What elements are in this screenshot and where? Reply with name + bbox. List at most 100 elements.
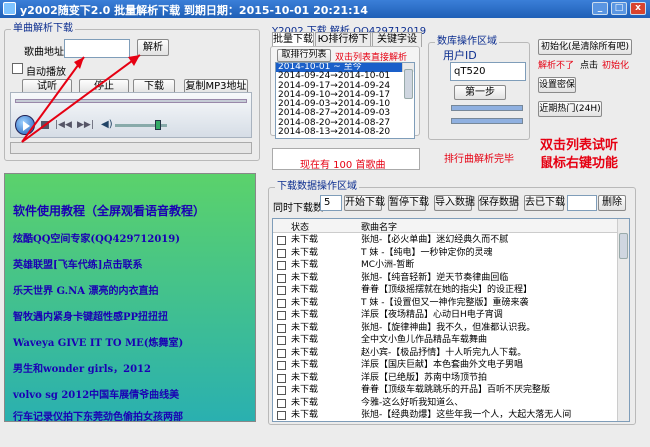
tab-batch-download[interactable]: 批量下载 — [272, 32, 314, 47]
minimize-button[interactable]: _ — [592, 2, 608, 15]
remove-downloaded-button[interactable]: 去已下载 — [524, 195, 565, 211]
table-row[interactable]: 未下载 张旭-【纯音轻新】逆天节奏律曲回临 — [273, 272, 619, 285]
table-row[interactable]: 未下载 MC小洲-暂断 — [273, 259, 619, 272]
autoplay-label: 自动播放 — [26, 67, 66, 78]
row-song-name: 张旭-【旋律神曲】我不久，但准都认识我。 — [361, 322, 536, 333]
tab-chart-download[interactable]: Ю排行榜下载 — [315, 32, 371, 59]
song-url-input[interactable] — [64, 39, 130, 58]
table-row[interactable]: 未下载 全中文小鱼儿作品精品车载舞曲 — [273, 334, 619, 347]
row-checkbox[interactable] — [277, 273, 286, 283]
save-data-button[interactable]: 保存数据 — [478, 195, 519, 211]
row-checkbox[interactable] — [277, 298, 286, 308]
row-status: 未下载 — [291, 247, 319, 258]
pause-download-button[interactable]: 暂停下载 — [388, 195, 429, 211]
download-table[interactable]: 状态 歌曲名字 未下载 张旭-【必火单曲】迷幻经典久而不腻 未下载 T 妹 -【纯电… — [272, 218, 630, 422]
row-checkbox[interactable] — [277, 361, 286, 370]
song-count-text: 现在有 100 首歌曲 — [300, 160, 386, 171]
media-player: |◀◀ ▶▶| ◀) — [10, 92, 252, 138]
import-data-button[interactable]: 导入数据 — [434, 195, 475, 211]
table-row[interactable]: 未下载 张旭-【必火单曲】迷幻经典久而不腻 — [273, 234, 619, 247]
row-checkbox[interactable] — [277, 336, 286, 345]
delete-button[interactable]: 删除 — [598, 195, 626, 211]
row-status: 未下载 — [291, 260, 319, 270]
play-icon[interactable] — [15, 115, 35, 135]
tab-keyword-settings[interactable]: 关键字设置 — [372, 32, 422, 59]
parse-complete-text: 排行曲解析完毕 — [444, 154, 514, 165]
parse-button[interactable]: 解析 — [137, 39, 169, 56]
get-chart-list-button[interactable]: 取排行列表 — [277, 49, 331, 62]
table-row[interactable]: 未下载 眷眷【顶级车载跳跳乐的开品】百听不厌完整版 — [273, 384, 619, 397]
table-scrollbar[interactable] — [617, 219, 629, 421]
row-checkbox[interactable] — [277, 348, 286, 358]
user-id-input[interactable]: qT520 — [450, 62, 526, 81]
volume-thumb[interactable] — [155, 120, 161, 130]
row-song-name: 眷眷【顶级车载跳跳乐的开品】百听不厌完整版 — [361, 385, 551, 395]
row-song-name: MC小洲-暂断 — [361, 260, 415, 270]
list-item[interactable]: 2014-08-13→2014-08-20 — [276, 127, 414, 137]
row-status: 未下载 — [291, 297, 319, 308]
filter-input[interactable] — [567, 195, 597, 211]
progress-bar-2 — [451, 118, 523, 124]
previous-icon[interactable]: |◀◀ — [55, 121, 72, 130]
row-checkbox[interactable] — [277, 261, 286, 270]
row-checkbox[interactable] — [277, 248, 286, 258]
player-seek-bar[interactable] — [15, 99, 247, 103]
table-row[interactable]: 未下载 洋辰【国庆巨献】本色套曲外文电子男唱 — [273, 359, 619, 372]
start-download-button[interactable]: 开始下载 — [344, 195, 385, 211]
tutorial-link[interactable]: 软件使用教程（全屏观看语音教程） — [13, 202, 205, 219]
row-checkbox[interactable] — [277, 373, 286, 383]
initialize-note: 初始化 — [602, 61, 630, 71]
table-row[interactable]: 未下载 今雅-这么好听我知道么、 — [273, 397, 619, 410]
table-row[interactable]: 未下载 洋辰【夜场精品】心动日H电子宵调 — [273, 309, 619, 322]
tutorial-link[interactable]: 男生和wonder girls，2012 — [13, 360, 151, 375]
row-checkbox[interactable] — [277, 286, 286, 295]
row-checkbox[interactable] — [277, 386, 286, 395]
stop-icon[interactable] — [41, 121, 49, 129]
table-row[interactable]: 未下载 T 妹 -【设置但又一神作完整版】重磅来袭 — [273, 297, 619, 310]
maximize-button[interactable]: □ — [611, 2, 627, 15]
row-status: 未下载 — [291, 272, 319, 283]
row-checkbox[interactable] — [277, 398, 286, 408]
close-button[interactable]: x — [630, 2, 646, 15]
row-status: 未下载 — [291, 347, 319, 358]
row-checkbox[interactable] — [277, 323, 286, 333]
row-song-name: 洋辰【已绝版】苏南中场顶节拍 — [361, 372, 488, 383]
tutorial-link[interactable]: volvo sg 2012中国车展倩爷曲线美 — [13, 386, 179, 401]
single-group-label: 单曲解析下载 — [11, 23, 75, 35]
tutorial-link[interactable]: 炫酷QQ空间专家(QQ429712019) — [13, 230, 180, 245]
autoplay-checkbox[interactable] — [12, 63, 23, 74]
row-song-name: 张旭-【必火单曲】迷幻经典久而不腻 — [361, 235, 509, 245]
tutorial-panel: 软件使用教程（全屏观看语音教程） 炫酷QQ空间专家(QQ429712019) 英… — [4, 173, 256, 423]
concurrent-select[interactable]: 5 — [320, 195, 342, 211]
table-row[interactable]: 未下载 赵小宾-【极品抒情】十人听完九人下载。 — [273, 347, 619, 360]
hot-recent-button[interactable]: 近期热门(24H) — [538, 101, 602, 117]
row-checkbox[interactable] — [277, 311, 286, 320]
tutorial-link[interactable]: 行车记录仪拍下东莞劲色偷拍女孩两部 — [13, 408, 183, 423]
step-one-button[interactable]: 第一步 — [454, 85, 506, 100]
table-header: 状态 歌曲名字 — [273, 219, 619, 233]
row-checkbox[interactable] — [277, 411, 286, 420]
tutorial-link[interactable]: 智牧遇内紧身卡键超性感PP扭扭扭 — [13, 308, 168, 323]
tutorial-link[interactable]: 乐天世界 G.NA 漂亮的内衣直拍 — [13, 282, 159, 297]
set-security-button[interactable]: 设置密保 — [538, 77, 576, 93]
row-status: 未下载 — [291, 322, 319, 333]
table-row[interactable]: 未下载 张旭-【旋律神曲】我不久，但准都认识我。 — [273, 322, 619, 335]
cannot-parse-note: 解析不了 — [538, 61, 575, 71]
table-row[interactable]: 未下载 眷眷【顶级摇摆就在她的指尖】的设正程】 — [273, 284, 619, 297]
volume-icon[interactable]: ◀) — [101, 120, 113, 130]
tutorial-link[interactable]: 英雄联盟[飞车代练]点击联系 — [13, 256, 142, 271]
column-song-name[interactable]: 歌曲名字 — [361, 220, 397, 233]
date-range-list[interactable]: 2014-10-01 ~ 至今 2014-09-24→2014-10-01 20… — [275, 62, 415, 139]
next-icon[interactable]: ▶▶| — [77, 121, 94, 130]
row-checkbox[interactable] — [277, 236, 286, 245]
table-row[interactable]: 未下载 张旭-【经典劲爆】这些年我一个人，大起大落无人间 — [273, 409, 619, 421]
row-status: 未下载 — [291, 410, 319, 420]
table-row[interactable]: 未下载 T 妹 -【纯电】一秒钟定你的灵魂 — [273, 247, 619, 260]
column-status[interactable]: 状态 — [291, 220, 309, 233]
status-strip — [10, 142, 252, 154]
date-list-scrollbar[interactable] — [402, 63, 414, 99]
table-row[interactable]: 未下载 洋辰【已绝版】苏南中场顶节拍 — [273, 372, 619, 385]
tutorial-link[interactable]: Waveya GIVE IT TO ME(炼舞室) — [13, 334, 183, 349]
row-song-name: T 妹 -【设置但又一神作完整版】重磅来袭 — [361, 297, 529, 308]
init-button[interactable]: 初始化(是清除所有吧) — [538, 39, 632, 55]
